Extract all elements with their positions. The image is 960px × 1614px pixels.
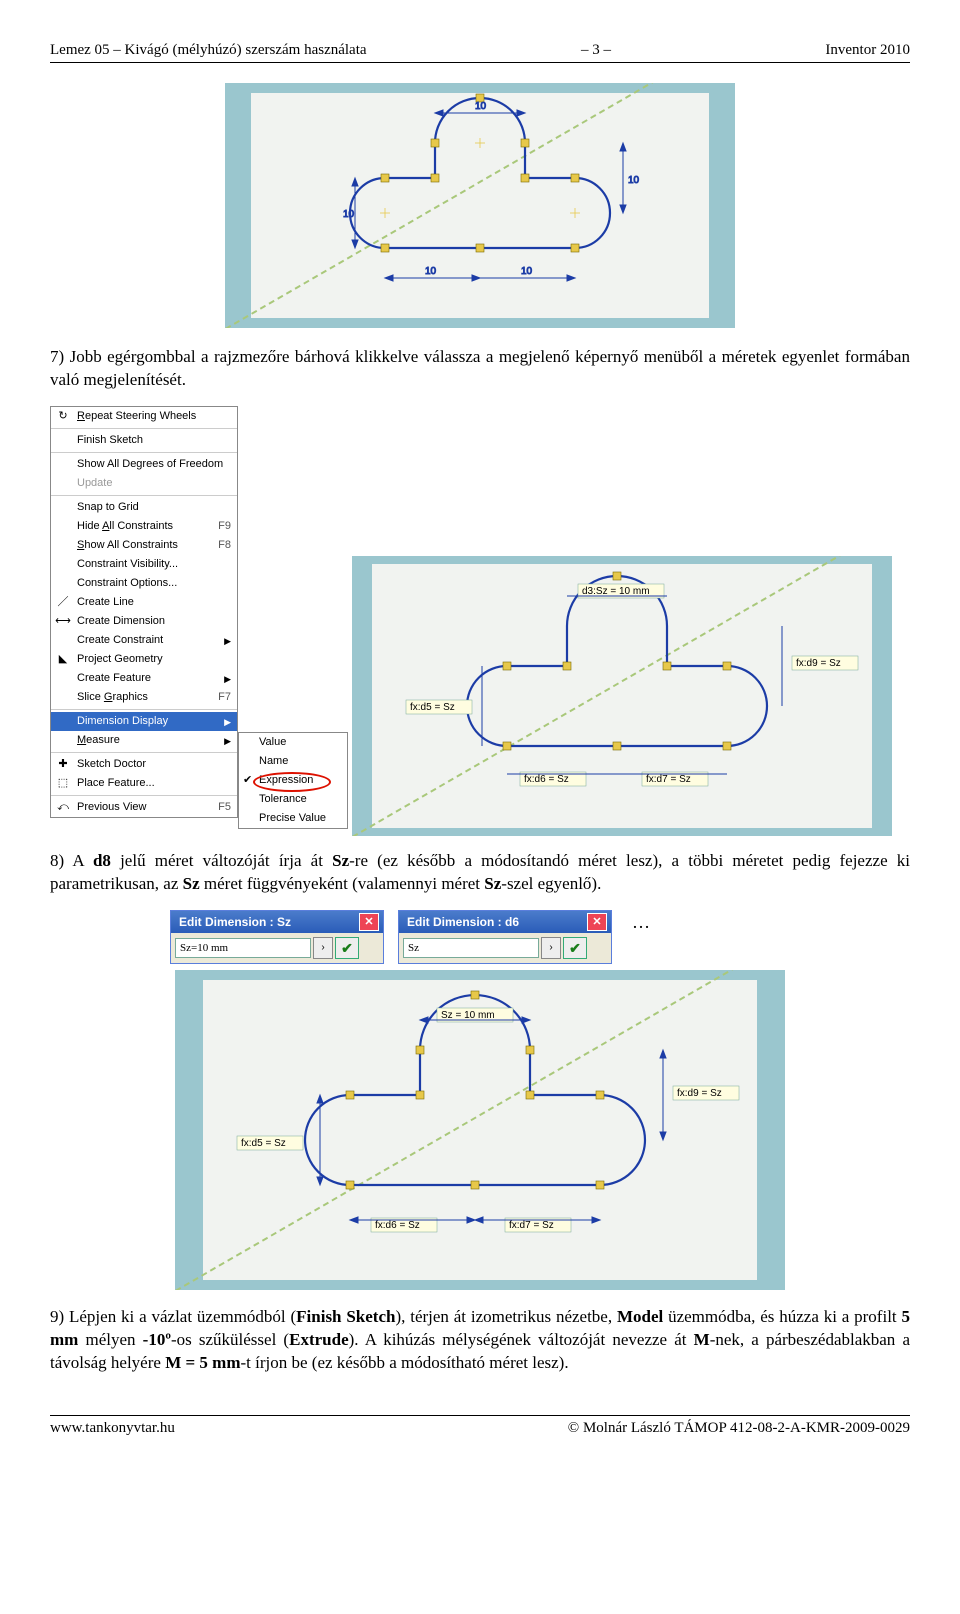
profile-outline (350, 98, 610, 248)
ctx-previous-view[interactable]: ⤺Previous ViewF5 (51, 798, 237, 817)
header-center: – 3 – (581, 40, 611, 60)
ctx-hide-constraints[interactable]: Hide All ConstraintsF9 (51, 517, 237, 536)
ctx-constraint-vis[interactable]: Constraint Visibility... (51, 555, 237, 574)
dim-right: 10 (628, 175, 640, 186)
close-icon[interactable]: ✕ (359, 913, 379, 931)
dlg2-title: Edit Dimension : d6 (407, 914, 519, 930)
close-icon[interactable]: ✕ (587, 913, 607, 931)
expr-br-2: fx:d7 = Sz (646, 774, 691, 785)
ellipsis: … (632, 910, 650, 934)
dlg1-title: Edit Dimension : Sz (179, 914, 291, 930)
ctx-create-feature[interactable]: Create Feature▶ (51, 669, 237, 688)
expr-left-4: fx:d5 = Sz (241, 1138, 286, 1149)
place-icon: ⬚ (55, 776, 71, 792)
page-header: Lemez 05 – Kivágó (mélyhúzó) szerszám ha… (50, 40, 910, 60)
ctx-show-constraints[interactable]: Show All ConstraintsF8 (51, 536, 237, 555)
repeat-icon: ↻ (55, 409, 71, 425)
dimension-display-submenu[interactable]: Value Name ✔Expression Tolerance Precise… (238, 732, 348, 829)
dim-lines-1: 10 10 10 10 10 (343, 101, 640, 281)
paragraph-7: 7) Jobb egérgombbal a rajzmezőre bárhová… (50, 346, 910, 392)
ctx-place-feature[interactable]: ⬚Place Feature... (51, 774, 237, 793)
sub-name[interactable]: Name (239, 752, 347, 771)
p7-text: Jobb egérgombbal a rajzmezőre bárhová kl… (50, 347, 910, 389)
expr-top-2: d3:Sz = 10 mm (582, 586, 650, 597)
dim-left: 10 (343, 209, 355, 220)
dim-bl: 10 (425, 266, 437, 277)
dlg2-input[interactable] (403, 938, 539, 958)
expr-br-4: fx:d7 = Sz (509, 1220, 554, 1231)
line-icon: ／ (55, 595, 71, 611)
ctx-sketch-doctor[interactable]: ✚Sketch Doctor (51, 755, 237, 774)
footer-rule (50, 1415, 910, 1416)
ctx-show-dof[interactable]: Show All Degrees of Freedom (51, 455, 237, 474)
figure-sketch-2: d3:Sz = 10 mm fx:d5 = Sz fx:d9 = Sz fx:d… (352, 556, 892, 836)
ctx-finish-sketch[interactable]: Finish Sketch (51, 431, 237, 450)
expr-left-2: fx:d5 = Sz (410, 702, 455, 713)
expr-bl-4: fx:d6 = Sz (375, 1220, 420, 1231)
ctx-create-constraint[interactable]: Create Constraint▶ (51, 631, 237, 650)
header-left: Lemez 05 – Kivágó (mélyhúzó) szerszám ha… (50, 40, 367, 60)
sub-expression[interactable]: ✔Expression (239, 771, 347, 790)
header-right: Inventor 2010 (825, 40, 910, 60)
ctx-dimension-display[interactable]: Dimension Display▶ (51, 712, 237, 731)
spin-button[interactable]: › (313, 937, 333, 959)
expr-bl-2: fx:d6 = Sz (524, 774, 569, 785)
p7-num: 7) (50, 347, 70, 366)
ok-button[interactable]: ✔ (563, 937, 587, 959)
footer-right: © Molnár László TÁMOP 412-08-2-A-KMR-200… (568, 1418, 910, 1438)
prev-view-icon: ⤺ (55, 800, 71, 816)
figure-sketch-4: Sz = 10 mm fx:d5 = Sz fx:d9 = Sz fx:d6 =… (175, 970, 785, 1290)
ctx-create-dim[interactable]: ⟷Create Dimension (51, 612, 237, 631)
edit-dimension-dialogs: Edit Dimension : Sz ✕ › ✔ Edit Dimension … (50, 910, 910, 964)
paragraph-8: 8) A d8 jelű méret változóját írja át Sz… (50, 850, 910, 896)
ok-button[interactable]: ✔ (335, 937, 359, 959)
expr-right-4: fx:d9 = Sz (677, 1088, 722, 1099)
ctx-repeat[interactable]: ↻RRepeat Steering Wheelsepeat Steering W… (51, 407, 237, 426)
spin-button[interactable]: › (541, 937, 561, 959)
ctx-update: Update (51, 474, 237, 493)
paragraph-9: 9) Lépjen ki a vázlat üzemmódból (Finish… (50, 1306, 910, 1375)
figure-sketch-1: 10 10 10 10 10 (225, 83, 735, 328)
ctx-snap-grid[interactable]: Snap to Grid (51, 498, 237, 517)
dim-top: 10 (475, 101, 487, 112)
context-menu[interactable]: ↻RRepeat Steering Wheelsepeat Steering W… (50, 406, 238, 818)
dimension-icon: ⟷ (55, 614, 71, 630)
sketch-svg-1: 10 10 10 10 10 (225, 83, 735, 328)
ctx-constraint-opt[interactable]: Constraint Options... (51, 574, 237, 593)
dlg1-input[interactable] (175, 938, 311, 958)
edit-dimension-d6-dialog[interactable]: Edit Dimension : d6 ✕ › ✔ (398, 910, 612, 964)
expr-right-2: fx:d9 = Sz (796, 658, 841, 669)
doctor-icon: ✚ (55, 757, 71, 773)
constraint-points (381, 94, 579, 252)
edit-dimension-sz-dialog[interactable]: Edit Dimension : Sz ✕ › ✔ (170, 910, 384, 964)
dim-br: 10 (521, 266, 533, 277)
sub-precise[interactable]: Precise Value (239, 809, 347, 828)
figure-menu-and-sketch: ↻RRepeat Steering Wheelsepeat Steering W… (50, 406, 910, 836)
project-icon: ◣ (55, 652, 71, 668)
ctx-measure[interactable]: Measure▶ (51, 731, 237, 750)
ctx-slice[interactable]: Slice GraphicsF7 (51, 688, 237, 707)
footer-left: www.tankonyvtar.hu (50, 1418, 175, 1438)
expr-top-4: Sz = 10 mm (441, 1010, 495, 1021)
check-icon: ✔ (243, 773, 252, 788)
ctx-create-line[interactable]: ／Create Line (51, 593, 237, 612)
header-rule (50, 62, 910, 63)
sub-value[interactable]: Value (239, 733, 347, 752)
page-footer: www.tankonyvtar.hu © Molnár László TÁMOP… (50, 1418, 910, 1438)
sub-tolerance[interactable]: Tolerance (239, 790, 347, 809)
ctx-project-geom[interactable]: ◣Project Geometry (51, 650, 237, 669)
